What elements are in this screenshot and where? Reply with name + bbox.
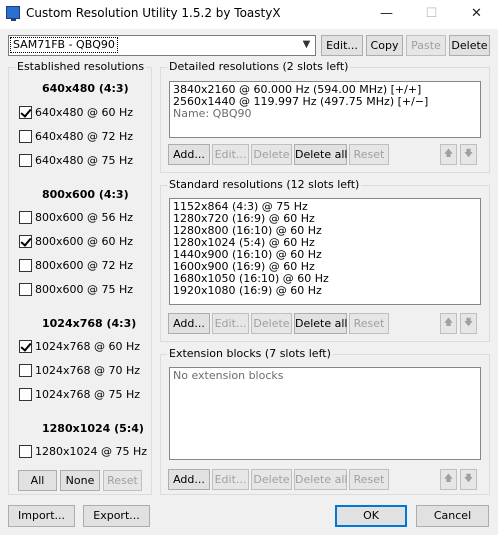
checkbox-label: 640x480 @ 72 Hz xyxy=(35,130,134,143)
checkbox-label: 1024x768 @ 60 Hz xyxy=(35,340,141,353)
monitor-paste-button[interactable]: Paste xyxy=(406,35,446,56)
standard-reset-button[interactable]: Reset xyxy=(349,313,389,334)
standard-delete-button[interactable]: Delete xyxy=(251,313,292,334)
move-up-icon[interactable]: 🡅 xyxy=(440,469,457,490)
checkbox[interactable] xyxy=(19,445,32,458)
detailed-delete-button[interactable]: Delete xyxy=(251,144,292,165)
list-item[interactable]: 1920x1080 (16:9) @ 60 Hz xyxy=(173,285,477,297)
checkbox-label: 800x600 @ 60 Hz xyxy=(35,235,134,248)
maximize-button[interactable]: ☐ xyxy=(409,0,454,29)
move-down-icon[interactable]: 🡇 xyxy=(460,313,477,334)
move-down-icon[interactable]: 🡇 xyxy=(460,144,477,165)
import-button[interactable]: Import... xyxy=(8,505,75,527)
checkbox[interactable] xyxy=(19,106,32,119)
extension-delete-all-button[interactable]: Delete all xyxy=(294,469,348,490)
monitor-select-value: SAM71FB - QBQ90 xyxy=(10,37,118,53)
established-reset-button[interactable]: Reset xyxy=(103,470,142,491)
select-none-button[interactable]: None xyxy=(60,470,100,491)
empty-list-text: No extension blocks xyxy=(173,369,284,382)
standard-resolutions-title: Standard resolutions (12 slots left) xyxy=(167,178,362,191)
select-all-button[interactable]: All xyxy=(18,470,57,491)
detailed-delete-all-button[interactable]: Delete all xyxy=(294,144,348,165)
list-item-name[interactable]: Name: QBQ90 xyxy=(173,108,477,120)
checkbox-label: 800x600 @ 72 Hz xyxy=(35,259,134,272)
established-resolutions-title: Established resolutions xyxy=(15,60,147,73)
checkbox[interactable] xyxy=(19,259,32,272)
monitor-select[interactable]: SAM71FB - QBQ90 ▼ xyxy=(8,35,316,56)
chevron-down-icon[interactable]: ▼ xyxy=(298,36,315,55)
checkbox-label: 640x480 @ 75 Hz xyxy=(35,154,134,167)
resolution-header-640x480: 640x480 (4:3) xyxy=(42,82,129,95)
title-bar: Custom Resolution Utility 1.5.2 by Toast… xyxy=(0,0,498,29)
monitor-delete-button[interactable]: Delete xyxy=(449,35,490,56)
checkbox[interactable] xyxy=(19,340,32,353)
checkbox-label: 1280x1024 @ 75 Hz xyxy=(35,445,148,458)
resolution-header-1280x1024: 1280x1024 (5:4) xyxy=(42,422,144,435)
extension-delete-button[interactable]: Delete xyxy=(251,469,292,490)
checkbox-label: 1024x768 @ 75 Hz xyxy=(35,388,141,401)
standard-add-button[interactable]: Add... xyxy=(168,313,210,334)
monitor-copy-button[interactable]: Copy xyxy=(366,35,403,56)
detailed-edit-button[interactable]: Edit... xyxy=(212,144,249,165)
standard-delete-all-button[interactable]: Delete all xyxy=(294,313,348,334)
checkbox[interactable] xyxy=(19,364,32,377)
checkbox-label: 1024x768 @ 70 Hz xyxy=(35,364,141,377)
monitor-app-icon xyxy=(6,6,20,21)
checkbox[interactable] xyxy=(19,388,32,401)
extension-blocks-title: Extension blocks (7 slots left) xyxy=(167,347,333,360)
checkbox[interactable] xyxy=(19,211,32,224)
checkbox[interactable] xyxy=(19,235,32,248)
resolution-header-1024x768: 1024x768 (4:3) xyxy=(42,317,137,330)
checkbox-label: 640x480 @ 60 Hz xyxy=(35,106,134,119)
checkbox[interactable] xyxy=(19,283,32,296)
extension-edit-button[interactable]: Edit... xyxy=(212,469,249,490)
standard-resolutions-list[interactable]: 1152x864 (4:3) @ 75 Hz 1280x720 (16:9) @… xyxy=(169,198,481,305)
minimize-button[interactable]: — xyxy=(364,0,409,29)
move-down-icon[interactable]: 🡇 xyxy=(460,469,477,490)
window-title: Custom Resolution Utility 1.5.2 by Toast… xyxy=(26,6,281,20)
export-button[interactable]: Export... xyxy=(83,505,150,527)
extension-add-button[interactable]: Add... xyxy=(168,469,210,490)
ok-button[interactable]: OK xyxy=(335,505,407,527)
extension-reset-button[interactable]: Reset xyxy=(349,469,389,490)
extension-blocks-list[interactable]: No extension blocks xyxy=(169,367,481,460)
checkbox-label: 800x600 @ 75 Hz xyxy=(35,283,134,296)
close-button[interactable]: ✕ xyxy=(454,0,498,29)
detailed-add-button[interactable]: Add... xyxy=(168,144,210,165)
move-up-icon[interactable]: 🡅 xyxy=(440,313,457,334)
resolution-header-800x600: 800x600 (4:3) xyxy=(42,188,129,201)
move-up-icon[interactable]: 🡅 xyxy=(440,144,457,165)
detailed-reset-button[interactable]: Reset xyxy=(349,144,389,165)
checkbox-label: 800x600 @ 56 Hz xyxy=(35,211,134,224)
checkbox[interactable] xyxy=(19,154,32,167)
standard-edit-button[interactable]: Edit... xyxy=(212,313,249,334)
established-resolutions-group: Established resolutions 640x480 (4:3) 64… xyxy=(8,60,152,495)
detailed-resolutions-title: Detailed resolutions (2 slots left) xyxy=(167,60,351,73)
cancel-button[interactable]: Cancel xyxy=(416,505,489,527)
checkbox[interactable] xyxy=(19,130,32,143)
monitor-edit-button[interactable]: Edit... xyxy=(321,35,363,56)
detailed-resolutions-list[interactable]: 3840x2160 @ 60.000 Hz (594.00 MHz) [+/+]… xyxy=(169,81,481,138)
